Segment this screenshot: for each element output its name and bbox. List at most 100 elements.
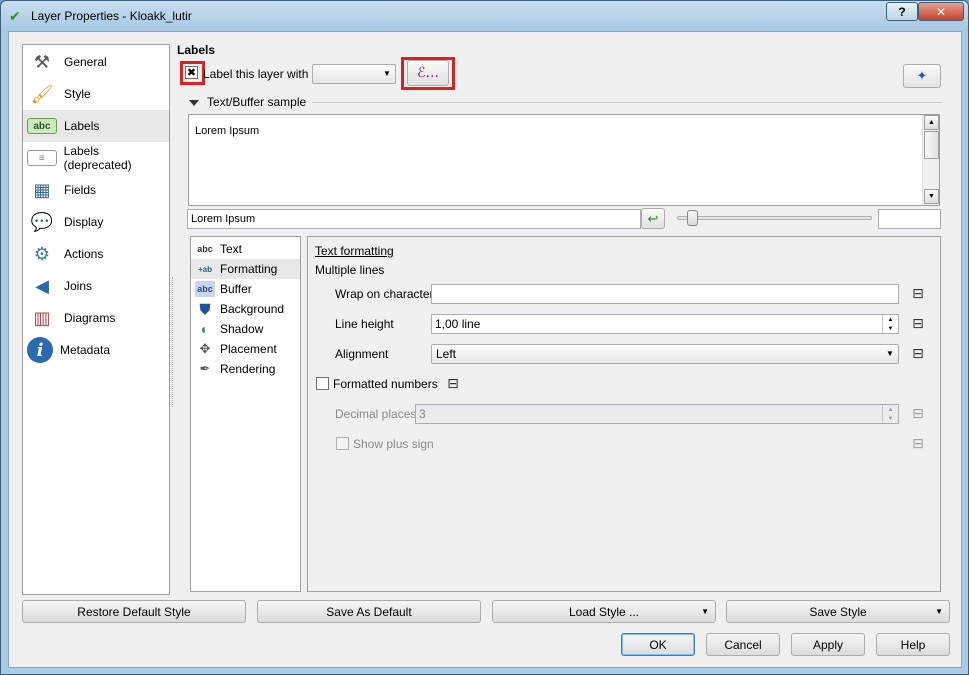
ok-button[interactable]: OK <box>621 633 695 656</box>
dialog-body: ⚒ General 🖌 Style abc Labels ≡ Labels (d… <box>8 31 962 668</box>
placement-icon: ✥ <box>199 341 211 356</box>
line-height-spinbox[interactable]: 1,00 line ▲ ▼ <box>431 314 899 334</box>
splitter-handle[interactable] <box>172 277 175 407</box>
abc-buffer-icon: abc <box>195 281 215 297</box>
data-defined-override-icon[interactable]: ⊟ <box>906 344 930 362</box>
sidebar-item-style[interactable]: 🖌 Style <box>23 78 169 110</box>
data-defined-override-icon[interactable]: ⊟ <box>441 374 465 392</box>
group-divider <box>312 102 942 103</box>
scroll-down-icon[interactable]: ▼ <box>924 189 939 204</box>
speech-bubble-icon: 💬 <box>30 211 54 232</box>
help-window-button[interactable]: ? <box>886 2 918 21</box>
dropdown-arrow-icon: ▼ <box>935 607 943 616</box>
window-title: Layer Properties - Kloakk_lutir <box>31 9 192 23</box>
section-item-background[interactable]: ⛊ Background <box>191 299 300 319</box>
info-icon: i <box>27 337 53 363</box>
wrap-label: Wrap on character <box>335 287 434 301</box>
sidebar-item-diagrams[interactable]: ▥ Diagrams <box>23 302 169 334</box>
section-item-rendering[interactable]: ✒ Rendering <box>191 359 300 379</box>
save-as-default-button[interactable]: Save As Default <box>257 600 481 623</box>
section-item-formatting[interactable]: +ab Formatting <box>191 259 300 279</box>
reset-sample-button[interactable]: ↩ <box>641 208 665 229</box>
sample-group-toggle[interactable]: Text/Buffer sample <box>189 95 306 109</box>
sample-preview-text: Lorem Ipsum <box>195 125 260 137</box>
sidebar-item-display[interactable]: 💬 Display <box>23 206 169 238</box>
sidebar-item-label: Joins <box>64 279 93 293</box>
cancel-button[interactable]: Cancel <box>706 633 780 656</box>
section-item-label: Buffer <box>220 282 252 296</box>
settings-icon: ✦ <box>916 68 928 83</box>
close-window-button[interactable]: ✕ <box>918 2 964 21</box>
sidebar-item-label: Fields <box>64 183 97 197</box>
slider-handle[interactable] <box>686 210 698 226</box>
expression-button[interactable]: ℰ... <box>407 60 449 86</box>
sample-scrollbar[interactable]: ▲ ▼ <box>922 115 939 205</box>
sidebar-item-labels[interactable]: abc Labels <box>23 110 169 142</box>
title-bar: ✔ Layer Properties - Kloakk_lutir ? ✕ <box>1 1 968 31</box>
apply-button[interactable]: Apply <box>791 633 865 656</box>
sidebar-item-metadata[interactable]: i Metadata <box>23 334 169 366</box>
decimal-places-label: Decimal places <box>335 407 417 421</box>
formatted-numbers-checkbox[interactable] <box>316 377 329 390</box>
step-down-icon[interactable]: ▼ <box>883 324 898 333</box>
show-plus-sign-checkbox <box>336 437 349 450</box>
data-defined-override-icon: ⊟ <box>912 434 924 451</box>
abc-text-icon: abc <box>197 244 213 254</box>
formatting-icon: +ab <box>197 264 212 274</box>
formatting-panel: Text formatting Multiple lines Wrap on c… <box>307 236 941 592</box>
gear-play-icon: ⚙ <box>33 243 51 264</box>
formatted-numbers-label: Formatted numbers <box>333 377 438 391</box>
line-height-value: 1,00 line <box>435 317 481 331</box>
pen-icon: ✒ <box>199 361 211 376</box>
chevron-down-icon: ▼ <box>383 69 391 78</box>
sidebar-item-label: General <box>64 55 107 69</box>
abc-label-icon: abc <box>27 118 57 134</box>
sidebar-item-actions[interactable]: ⚙ Actions <box>23 238 169 270</box>
collapse-icon <box>189 99 199 106</box>
label-field-combo[interactable]: ▼ <box>312 64 396 84</box>
alignment-select[interactable]: Left ▼ <box>431 344 899 364</box>
dropdown-arrow-icon: ▼ <box>701 607 709 616</box>
sidebar-item-label: Labels <box>64 119 100 133</box>
text-sample-preview: Lorem Ipsum ▲ ▼ <box>188 114 940 206</box>
sidebar: ⚒ General 🖌 Style abc Labels ≡ Labels (d… <box>22 44 170 595</box>
section-item-placement[interactable]: ✥ Placement <box>191 339 300 359</box>
section-item-buffer[interactable]: abc Buffer <box>191 279 300 299</box>
label-tag-icon: ≡ <box>27 150 57 166</box>
scroll-up-icon[interactable]: ▲ <box>924 115 939 130</box>
alignment-label: Alignment <box>335 347 389 361</box>
sidebar-item-labels-deprecated[interactable]: ≡ Labels (deprecated) <box>23 142 169 174</box>
section-item-shadow[interactable]: ◐ Shadow <box>191 319 300 339</box>
label-layer-checkbox[interactable]: ✖ <box>185 66 198 79</box>
sidebar-item-fields[interactable]: ▦ Fields <box>23 174 169 206</box>
layer-properties-window: ✔ Layer Properties - Kloakk_lutir ? ✕ ⚒ … <box>0 0 969 675</box>
section-item-label: Shadow <box>220 322 264 336</box>
scale-input[interactable] <box>878 209 941 229</box>
save-style-label: Save Style <box>809 604 867 619</box>
brush-icon: 🖌 <box>30 83 54 104</box>
scroll-thumb[interactable] <box>924 131 939 159</box>
data-defined-override-icon[interactable]: ⊟ <box>906 284 930 302</box>
decimal-places-value: 3 <box>419 407 426 421</box>
decimal-places-stepper: ▲ ▼ <box>882 405 898 423</box>
restore-default-style-button[interactable]: Restore Default Style <box>22 600 246 623</box>
sidebar-item-label: Display <box>64 215 104 229</box>
line-height-label: Line height <box>335 317 394 331</box>
data-defined-override-icon[interactable]: ⊟ <box>906 314 930 332</box>
alignment-value: Left <box>436 347 457 361</box>
wrap-character-input[interactable] <box>431 284 899 304</box>
rule-settings-button[interactable]: ✦ <box>903 64 941 88</box>
sidebar-item-general[interactable]: ⚒ General <box>23 46 169 78</box>
join-arrow-icon: ◀ <box>35 275 49 296</box>
load-style-button[interactable]: Load Style ... ▼ <box>492 600 716 623</box>
preview-scale-slider[interactable] <box>677 216 872 220</box>
help-button[interactable]: Help <box>876 633 950 656</box>
multiple-lines-heading: Multiple lines <box>315 263 385 277</box>
sample-text-input[interactable]: Lorem Ipsum <box>187 209 641 229</box>
step-down-icon: ▼ <box>887 415 894 422</box>
sidebar-item-joins[interactable]: ◀ Joins <box>23 270 169 302</box>
save-style-button[interactable]: Save Style ▼ <box>726 600 950 623</box>
section-item-text[interactable]: abc Text <box>191 239 300 259</box>
line-height-stepper[interactable]: ▲ ▼ <box>882 315 898 333</box>
label-layer-with-label: Label this layer with <box>203 67 309 81</box>
